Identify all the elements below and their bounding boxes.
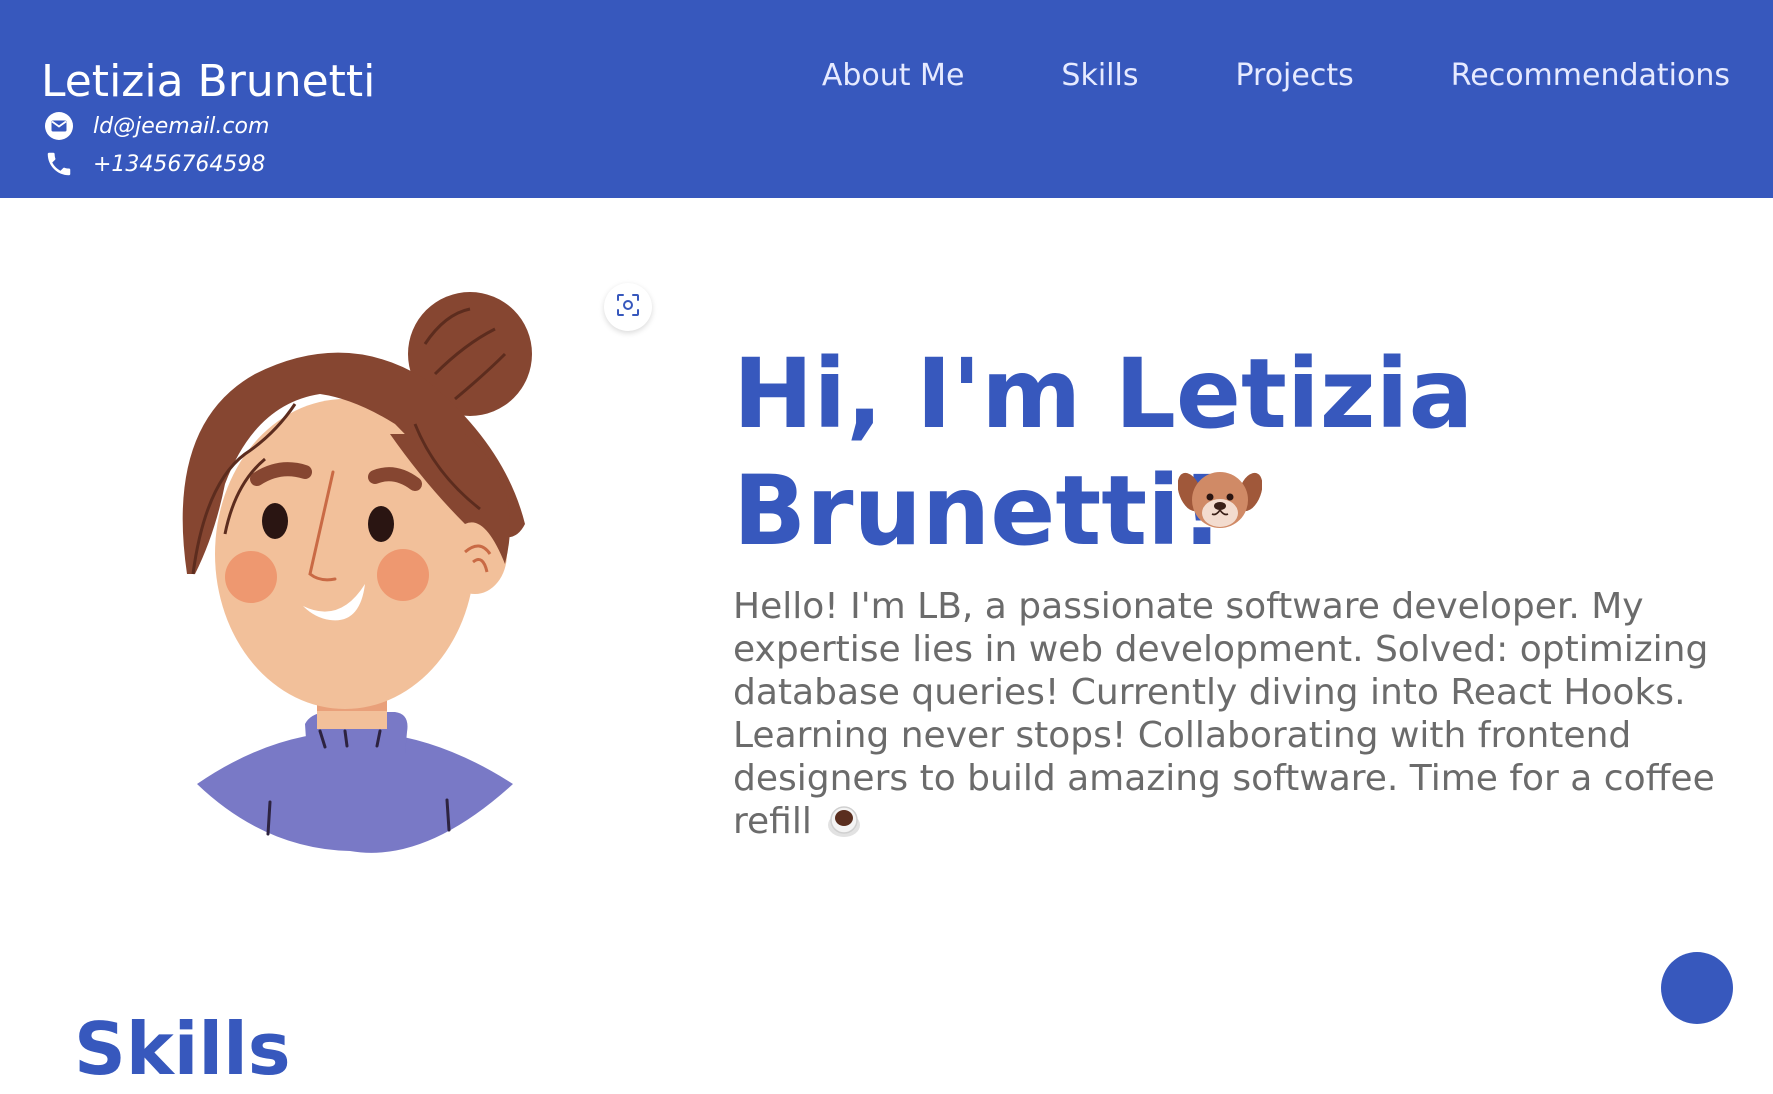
email-text[interactable]: ld@jeemail.com (93, 114, 269, 139)
contact-email: ld@jeemail.com (41, 110, 269, 142)
skills-section-title: Skills (74, 1007, 291, 1091)
focus-scan-icon (615, 292, 641, 322)
nav-recommendations[interactable]: Recommendations (1451, 56, 1730, 96)
brand-name: Letizia Brunetti (41, 56, 376, 107)
floating-action-button[interactable] (1661, 952, 1733, 1024)
email-icon (41, 110, 77, 142)
focus-scan-button[interactable] (604, 283, 652, 331)
coffee-icon (826, 803, 862, 839)
nav-about-me[interactable]: About Me (822, 56, 965, 96)
phone-text[interactable]: +13456764598 (93, 152, 265, 177)
dog-face-icon (1177, 466, 1263, 532)
contact-phone: +13456764598 (41, 148, 265, 180)
main-nav: About Me Skills Projects Recommendations (822, 56, 1730, 96)
hero-title: Hi, I'm Letizia Brunetti! (733, 338, 1474, 567)
hero-description: Hello! I'm LB, a passionate software dev… (733, 585, 1773, 843)
nav-projects[interactable]: Projects (1235, 56, 1353, 96)
nav-skills[interactable]: Skills (1061, 56, 1138, 96)
hero-description-text: Hello! I'm LB, a passionate software dev… (733, 586, 1715, 842)
avatar-illustration (165, 284, 560, 864)
site-header: Letizia Brunetti ld@jeemail.com +1345676… (0, 0, 1773, 198)
phone-icon (41, 148, 77, 180)
